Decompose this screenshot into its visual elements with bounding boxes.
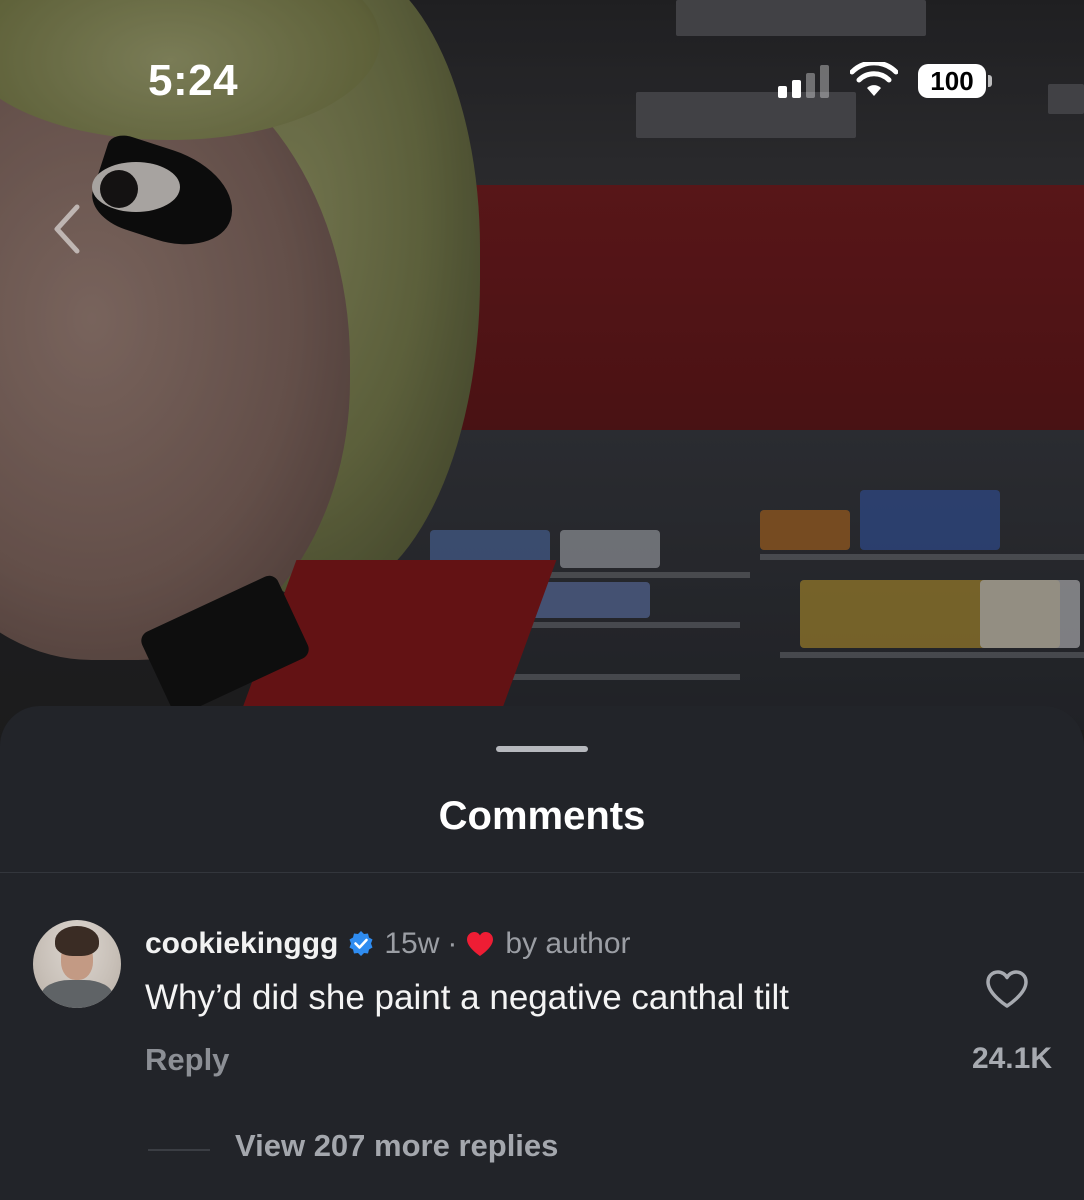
sheet-grabber[interactable] bbox=[496, 746, 588, 752]
comments-sheet: Comments cookiekinggg 15w · by author Wh… bbox=[0, 706, 1084, 1200]
view-replies-button[interactable]: View 207 more replies bbox=[235, 1128, 558, 1164]
wifi-icon bbox=[850, 62, 898, 96]
cellular-signal-icon bbox=[778, 64, 830, 98]
chevron-left-icon bbox=[54, 204, 80, 254]
status-time: 5:24 bbox=[148, 56, 239, 105]
verified-badge-icon bbox=[349, 931, 373, 956]
heart-icon bbox=[467, 932, 494, 956]
sheet-title: Comments bbox=[438, 794, 646, 838]
reply-button[interactable]: Reply bbox=[145, 1042, 229, 1078]
status-bar: 5:24 100 bbox=[0, 0, 1084, 170]
liked-by-author-label: by author bbox=[505, 927, 631, 960]
divider bbox=[0, 872, 1084, 873]
like-count: 24.1K bbox=[971, 1042, 1052, 1075]
like-heart-icon[interactable] bbox=[984, 968, 1030, 1010]
battery-tip bbox=[988, 75, 992, 87]
comment-item: cookiekinggg 15w · by author Why’d did s… bbox=[0, 896, 1084, 1196]
battery-indicator: 100 bbox=[918, 64, 986, 98]
comment-time: 15w bbox=[384, 927, 440, 960]
comment-text: Why’d did she paint a negative canthal t… bbox=[145, 978, 789, 1017]
replies-connector bbox=[148, 1149, 210, 1151]
avatar[interactable] bbox=[33, 920, 121, 1008]
meta-separator: · bbox=[447, 927, 458, 960]
username[interactable]: cookiekinggg bbox=[145, 927, 338, 961]
comment-meta: cookiekinggg 15w · by author bbox=[145, 924, 631, 964]
back-button[interactable] bbox=[40, 198, 92, 260]
